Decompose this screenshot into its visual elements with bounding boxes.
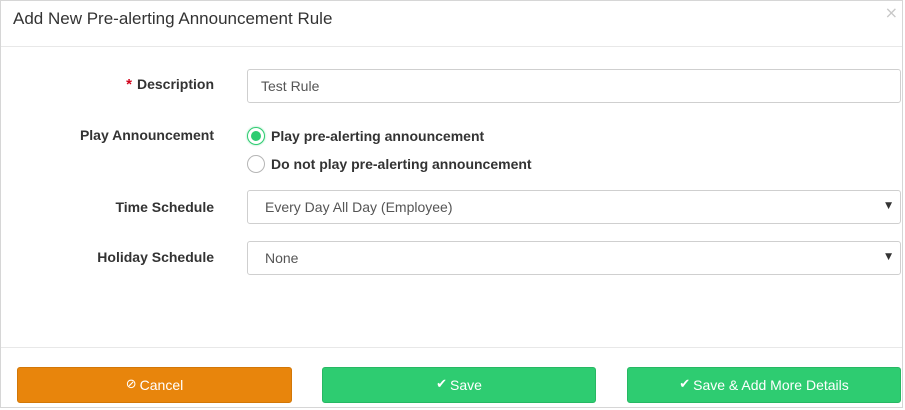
play-announcement-label: Play Announcement <box>79 127 214 143</box>
radio-checked-icon[interactable] <box>247 127 265 145</box>
holiday-schedule-row: Holiday Schedule None ▼ <box>1 241 902 275</box>
add-rule-dialog: Add New Pre-alerting Announcement Rule ×… <box>0 0 903 408</box>
radio-unchecked-icon[interactable] <box>247 155 265 173</box>
radio-play-announcement[interactable]: Play pre-alerting announcement <box>247 125 484 147</box>
radio-play-announcement-label: Play pre-alerting announcement <box>271 128 485 144</box>
radio-do-not-play-label: Do not play pre-alerting announcement <box>271 156 532 172</box>
description-row: * Description Test Rule <box>1 69 902 103</box>
checkmark-icon: ✔ <box>436 377 447 392</box>
chevron-down-icon[interactable]: ▼ <box>885 201 892 211</box>
time-schedule-select[interactable]: Every Day All Day (Employee) ▼ <box>247 190 901 224</box>
save-button-label: Save <box>449 377 482 393</box>
chevron-down-icon[interactable]: ▼ <box>885 252 892 262</box>
cancel-icon: ⊘ <box>125 377 137 392</box>
dialog-header: Add New Pre-alerting Announcement Rule × <box>1 1 902 47</box>
holiday-schedule-select[interactable]: None ▼ <box>247 241 901 275</box>
cancel-button[interactable]: ⊘ Cancel <box>17 367 292 403</box>
description-input-value: Test Rule <box>261 78 320 94</box>
required-marker: * <box>126 76 132 93</box>
description-label: * Description <box>126 76 214 93</box>
play-announcement-row: Play Announcement Play pre-alerting anno… <box>1 125 902 177</box>
dialog-footer: ⊘ Cancel ✔ Save ✔ Save & Add More Detail… <box>1 347 902 409</box>
close-icon[interactable]: × <box>885 5 898 21</box>
time-schedule-row: Time Schedule Every Day All Day (Employe… <box>1 190 902 224</box>
holiday-schedule-selected: None <box>265 250 299 266</box>
save-button[interactable]: ✔ Save <box>322 367 596 403</box>
time-schedule-selected: Every Day All Day (Employee) <box>265 199 453 215</box>
cancel-button-label: Cancel <box>139 377 184 393</box>
description-label-text: Description <box>136 76 214 92</box>
save-and-add-more-button[interactable]: ✔ Save & Add More Details <box>627 367 901 403</box>
save-and-add-more-label: Save & Add More Details <box>693 377 849 393</box>
dialog-title: Add New Pre-alerting Announcement Rule <box>13 9 333 28</box>
radio-do-not-play-announcement[interactable]: Do not play pre-alerting announcement <box>247 153 532 175</box>
time-schedule-label: Time Schedule <box>115 199 214 215</box>
description-input[interactable]: Test Rule <box>247 69 901 103</box>
holiday-schedule-label: Holiday Schedule <box>97 249 214 265</box>
checkmark-icon: ✔ <box>679 377 691 392</box>
